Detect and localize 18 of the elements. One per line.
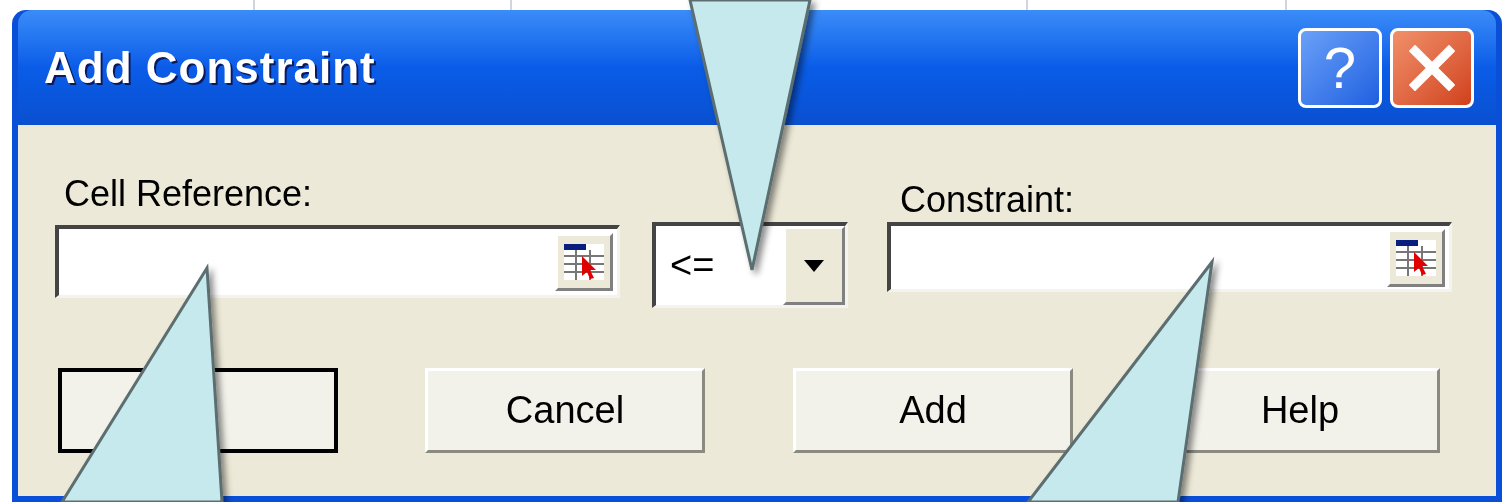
constraint-field[interactable] xyxy=(887,222,1452,292)
range-select-icon xyxy=(562,242,606,282)
close-icon xyxy=(1409,44,1455,91)
dropdown-value: <= xyxy=(669,243,716,288)
help-button[interactable]: ? xyxy=(1298,27,1382,108)
dialog-button[interactable]: Cancel xyxy=(425,368,705,453)
field-label: Constraint: xyxy=(900,178,1075,222)
field-label: Cell Reference: xyxy=(64,172,313,216)
dialog-button[interactable]: Add xyxy=(793,368,1073,453)
caret-icon xyxy=(804,259,824,272)
window-title: Add Constraint xyxy=(43,41,377,94)
range-select-button[interactable] xyxy=(555,233,613,291)
cell-reference-field[interactable] xyxy=(55,225,620,298)
range-select-icon xyxy=(1394,237,1438,278)
dropdown-button[interactable] xyxy=(783,226,845,305)
close-button[interactable] xyxy=(1390,27,1474,108)
operator-dropdown[interactable]: <= xyxy=(652,222,848,308)
range-select-button[interactable] xyxy=(1387,228,1445,287)
